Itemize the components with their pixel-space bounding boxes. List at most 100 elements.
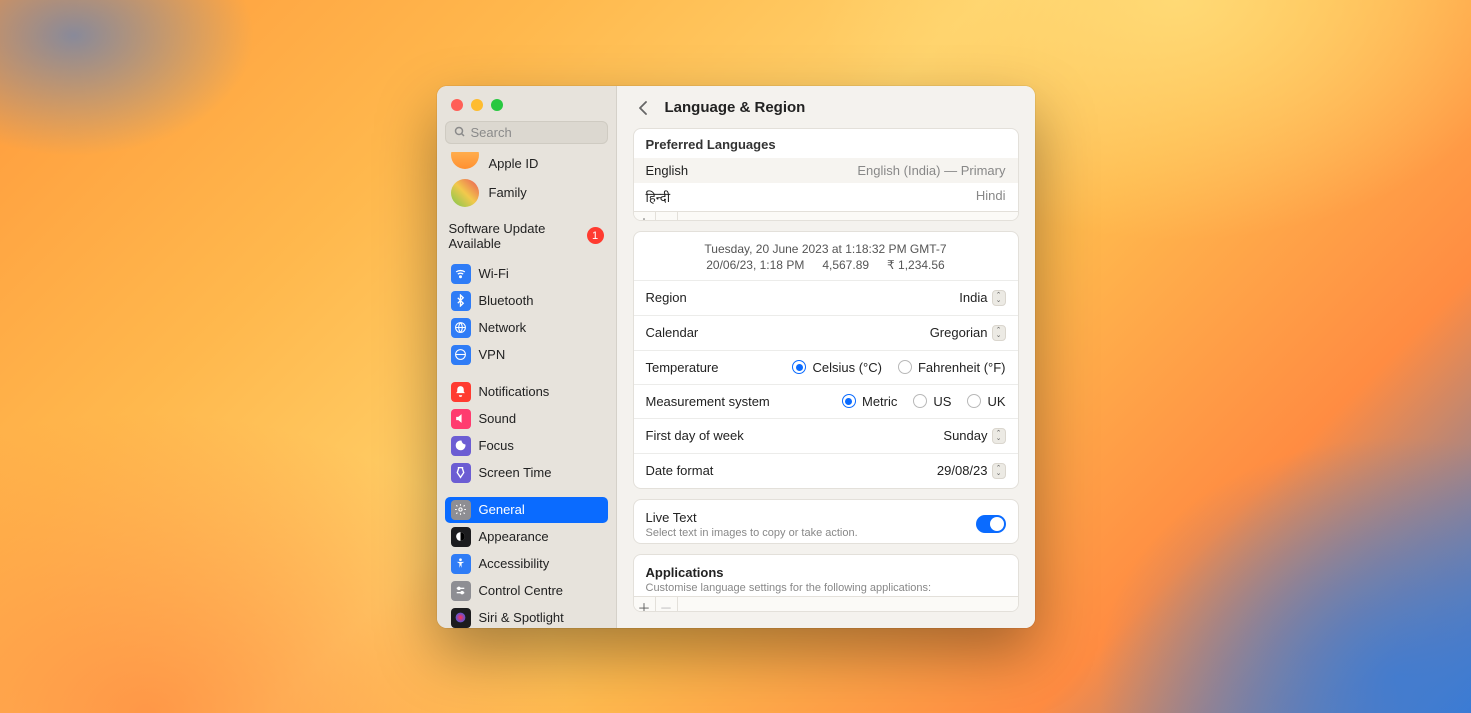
sidebar-item-label: Focus [479,438,514,453]
language-detail: Hindi [976,188,1006,206]
bell-icon [451,382,471,402]
sidebar-item-focus[interactable]: Focus [445,433,608,459]
measurement-uk-radio[interactable]: UK [967,394,1005,409]
net-icon [451,318,471,338]
sidebar-item-label: Control Centre [479,583,564,598]
appear-icon [451,527,471,547]
chevron-left-icon [638,101,648,115]
sidebar-item-label: Appearance [479,529,549,544]
sidebar-item-control-centre[interactable]: Control Centre [445,578,608,604]
sidebar-group-notifications: Notifications Sound Focus Screen Time [445,369,608,486]
avatar [451,152,479,170]
sidebar-item-sound[interactable]: Sound [445,406,608,432]
updown-icon: ⌃⌄ [992,463,1006,479]
sidebar-apple-id[interactable]: Apple ID [445,152,608,175]
region-label: Region [646,290,687,305]
sidebar-item-label: Wi-Fi [479,266,509,281]
sidebar-item-vpn[interactable]: VPN [445,342,608,368]
calendar-popup[interactable]: Gregorian ⌃⌄ [930,325,1006,341]
live-text-panel: Live Text Select text in images to copy … [633,499,1019,544]
sidebar-software-update[interactable]: Software Update Available 1 [445,211,608,261]
main-panel: Language & Region Preferred Languages En… [617,86,1035,628]
sidebar-item-label: Notifications [479,384,550,399]
date-format-row: Date format 29/08/23 ⌃⌄ [634,453,1018,488]
st-icon [451,463,471,483]
sidebar-item-label: Family [489,185,527,200]
date-format-value: 29/08/23 [937,463,988,478]
sidebar-item-label: Apple ID [489,156,539,171]
date-format-label: Date format [646,463,714,478]
sidebar-item-siri-spotlight[interactable]: Siri & Spotlight [445,605,608,628]
sidebar-item-appearance[interactable]: Appearance [445,524,608,550]
measurement-us-radio[interactable]: US [913,394,951,409]
region-popup[interactable]: India ⌃⌄ [959,290,1005,306]
focus-icon [451,436,471,456]
sidebar-item-notifications[interactable]: Notifications [445,379,608,405]
language-name: हिन्दी [646,188,671,206]
live-text-title: Live Text [646,510,858,525]
sidebar-item-screen-time[interactable]: Screen Time [445,460,608,486]
live-text-toggle[interactable] [976,515,1006,533]
sidebar-item-general[interactable]: General [445,497,608,523]
traffic-lights [437,86,616,121]
updown-icon: ⌃⌄ [992,428,1006,444]
preferred-languages-header: Preferred Languages [634,129,1018,158]
add-language-button[interactable]: ＋ [634,212,656,221]
temperature-celsius-radio[interactable]: Celsius (°C) [792,360,881,375]
first-day-row: First day of week Sunday ⌃⌄ [634,418,1018,453]
measurement-radio-group: Metric US UK [842,394,1006,409]
sidebar-family[interactable]: Family [445,175,608,211]
updown-icon: ⌃⌄ [992,290,1006,306]
temperature-fahrenheit-radio[interactable]: Fahrenheit (°F) [898,360,1006,375]
family-icon [451,179,479,207]
wifi-icon [451,264,471,284]
minimize-button[interactable] [471,99,483,111]
sidebar-group-network: Wi-Fi Bluetooth Network VPN [445,261,608,368]
list-sort-row: List sort order Universal ⌃⌄ [634,488,1018,489]
sidebar-item-bluetooth[interactable]: Bluetooth [445,288,608,314]
temperature-row: Temperature Celsius (°C) Fahrenheit (°F) [634,350,1018,384]
calendar-label: Calendar [646,325,699,340]
search-input[interactable] [471,125,599,140]
sidebar-item-label: Network [479,320,527,335]
sidebar-item-label: Sound [479,411,517,426]
main-content[interactable]: Preferred Languages EnglishEnglish (Indi… [617,128,1035,628]
measurement-metric-radio[interactable]: Metric [842,394,897,409]
sidebar-item-label: Bluetooth [479,293,534,308]
sidebar-group-general: General Appearance Accessibility Control Ce… [445,487,608,628]
remove-language-button[interactable]: － [656,212,678,221]
search-icon [454,126,466,138]
first-day-popup[interactable]: Sunday ⌃⌄ [943,428,1005,444]
format-preview: Tuesday, 20 June 2023 at 1:18:32 PM GMT-… [634,232,1018,280]
measurement-row: Measurement system Metric US UK [634,384,1018,418]
preview-number: 4,567.89 [822,258,869,272]
date-format-popup[interactable]: 29/08/23 ⌃⌄ [937,463,1006,479]
add-application-button[interactable]: ＋ [634,597,656,611]
language-list: EnglishEnglish (India) — Primary हिन्दी Hi… [634,158,1018,211]
system-settings-window: Apple ID Family Software Update Availabl… [437,86,1035,628]
sidebar-item-network[interactable]: Network [445,315,608,341]
region-row: Region India ⌃⌄ [634,280,1018,315]
applications-panel: Applications Customise language settings… [633,554,1019,611]
gear-icon [451,500,471,520]
fullscreen-button[interactable] [491,99,503,111]
calendar-row: Calendar Gregorian ⌃⌄ [634,315,1018,350]
sidebar-item-accessibility[interactable]: Accessibility [445,551,608,577]
main-header: Language & Region [617,86,1035,128]
temperature-label: Temperature [646,360,719,375]
sidebar-item-label: Screen Time [479,465,552,480]
search-field[interactable] [445,121,608,144]
sidebar-item-label: VPN [479,347,506,362]
preview-short-date: 20/06/23, 1:18 PM [706,258,804,272]
close-button[interactable] [451,99,463,111]
sidebar-item-wi-fi[interactable]: Wi-Fi [445,261,608,287]
sidebar-scroll[interactable]: Apple ID Family Software Update Availabl… [437,152,616,628]
applications-add-remove: ＋ － [634,596,1018,611]
language-row[interactable]: हिन्दी Hindi [634,183,1018,211]
language-row[interactable]: EnglishEnglish (India) — Primary [634,158,1018,183]
sidebar-item-label: General [479,502,525,517]
updown-icon: ⌃⌄ [992,325,1006,341]
remove-application-button[interactable]: － [656,597,678,611]
preferred-languages-panel: Preferred Languages EnglishEnglish (Indi… [633,128,1019,221]
back-button[interactable] [633,98,653,118]
